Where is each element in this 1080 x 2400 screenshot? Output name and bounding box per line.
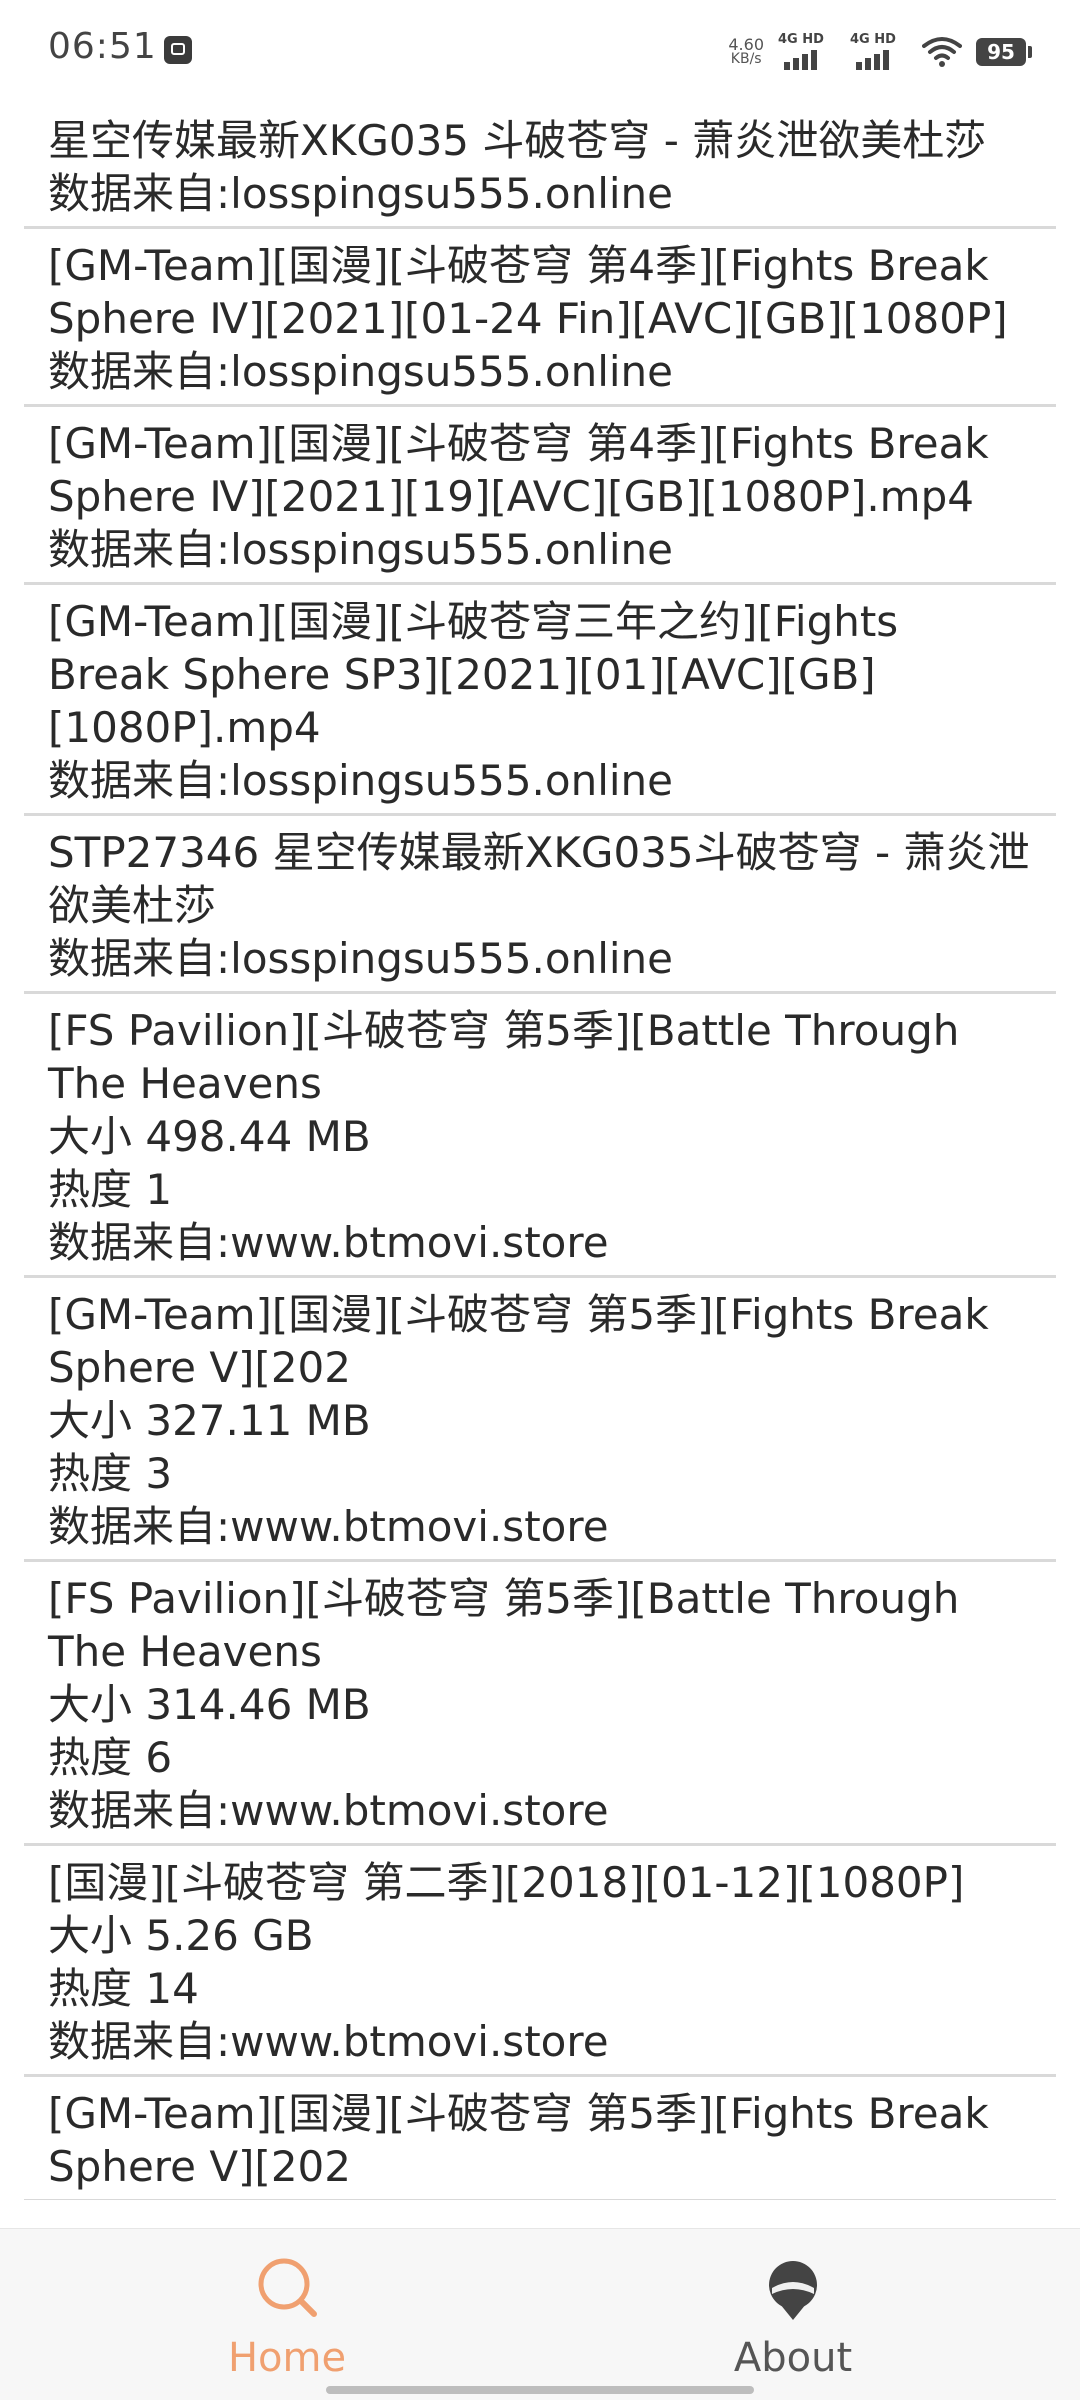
status-indicators: 4.60 KB/s 4G HD 4G HD 95	[728, 30, 1032, 74]
search-icon	[137, 2249, 437, 2329]
list-item[interactable]: [GM-Team][国漫][斗破苍穹三年之约][Fights Break Sph…	[24, 585, 1056, 816]
sim2-label: 4G HD	[850, 32, 896, 47]
list-item[interactable]: [GM-Team][国漫][斗破苍穹 第5季][Fights Break Sph…	[24, 2077, 1056, 2200]
list-item[interactable]: [GM-Team][国漫][斗破苍穹 第5季][Fights Break Sph…	[24, 1278, 1056, 1562]
status-bar: 06:51 4.60 KB/s 4G HD 4G HD 95	[0, 0, 1080, 100]
item-source: 数据来自:losspingsu555.online	[48, 525, 674, 574]
battery-icon: 95	[976, 38, 1032, 66]
item-title: 星空传媒最新XKG035 斗破苍穹 - 萧炎泄欲美杜莎	[48, 116, 987, 165]
item-heat: 热度 3	[48, 1449, 173, 1498]
list-item[interactable]: 星空传媒最新XKG035 斗破苍穹 - 萧炎泄欲美杜莎 数据来自:losspin…	[24, 104, 1056, 229]
net-speed-unit: KB/s	[730, 51, 762, 67]
person-icon	[643, 2249, 943, 2329]
item-size: 大小 498.44 MB	[48, 1112, 371, 1161]
item-title: [国漫][斗破苍穹 第二季][2018][01-12][1080P]	[48, 1858, 965, 1907]
item-source: 数据来自:www.btmovi.store	[48, 1786, 609, 1835]
item-title: [GM-Team][国漫][斗破苍穹 第5季][Fights Break Sph…	[48, 1290, 989, 1392]
item-source: 数据来自:www.btmovi.store	[48, 1502, 609, 1551]
screen: 06:51 4.60 KB/s 4G HD 4G HD 95 星空传媒最新XKG…	[0, 0, 1080, 2400]
list-item[interactable]: [GM-Team][国漫][斗破苍穹 第4季][Fights Break Sph…	[24, 407, 1056, 585]
item-title: STP27346 星空传媒最新XKG035斗破苍穹 - 萧炎泄欲美杜莎	[48, 828, 1030, 930]
item-source: 数据来自:losspingsu555.online	[48, 347, 674, 396]
net-speed: 4.60 KB/s	[728, 35, 764, 67]
wifi-icon	[922, 36, 962, 68]
item-size: 大小 314.46 MB	[48, 1680, 371, 1729]
gesture-bar[interactable]	[326, 2386, 754, 2394]
item-heat: 热度 14	[48, 1964, 199, 2013]
item-source: 数据来自:losspingsu555.online	[48, 934, 674, 983]
item-source: 数据来自:www.btmovi.store	[48, 1218, 609, 1267]
nav-home-label: Home	[227, 2335, 347, 2381]
item-title: [GM-Team][国漫][斗破苍穹 第5季][Fights Break Sph…	[48, 2089, 989, 2191]
list-item[interactable]: [FS Pavilion][斗破苍穹 第5季][Battle Through T…	[24, 994, 1056, 1278]
sim1-label: 4G HD	[778, 32, 824, 47]
bottom-nav: Home About	[0, 2228, 1080, 2400]
nav-about-label: About	[733, 2335, 853, 2381]
item-title: [FS Pavilion][斗破苍穹 第5季][Battle Through T…	[48, 1006, 960, 1108]
nav-about[interactable]: About	[643, 2249, 943, 2381]
item-source: 数据来自:www.btmovi.store	[48, 2017, 609, 2066]
nav-home[interactable]: Home	[137, 2249, 437, 2381]
signal-icon: 4G HD	[778, 32, 836, 72]
app-notification-icon	[164, 36, 192, 64]
signal-icon: 4G HD	[850, 32, 908, 72]
list-item[interactable]: STP27346 星空传媒最新XKG035斗破苍穹 - 萧炎泄欲美杜莎 数据来自…	[24, 816, 1056, 994]
item-title: [FS Pavilion][斗破苍穹 第5季][Battle Through T…	[48, 1574, 960, 1676]
status-time: 06:51	[48, 26, 157, 67]
item-title: [GM-Team][国漫][斗破苍穹 第4季][Fights Break Sph…	[48, 419, 989, 521]
item-title: [GM-Team][国漫][斗破苍穹 第4季][Fights Break Sph…	[48, 241, 1008, 343]
item-size: 大小 327.11 MB	[48, 1396, 371, 1445]
item-heat: 热度 6	[48, 1733, 173, 1782]
list-item[interactable]: [FS Pavilion][斗破苍穹 第5季][Battle Through T…	[24, 1562, 1056, 1846]
net-speed-value: 4.60	[728, 35, 764, 54]
results-list[interactable]: 星空传媒最新XKG035 斗破苍穹 - 萧炎泄欲美杜莎 数据来自:losspin…	[24, 104, 1056, 2200]
list-item[interactable]: [GM-Team][国漫][斗破苍穹 第4季][Fights Break Sph…	[24, 229, 1056, 407]
list-item[interactable]: [国漫][斗破苍穹 第二季][2018][01-12][1080P] 大小 5.…	[24, 1846, 1056, 2077]
item-heat: 热度 1	[48, 1165, 173, 1214]
battery-level: 95	[976, 38, 1026, 66]
item-source: 数据来自:losspingsu555.online	[48, 756, 674, 805]
item-size: 大小 5.26 GB	[48, 1911, 314, 1960]
item-source: 数据来自:losspingsu555.online	[48, 169, 674, 218]
item-title: [GM-Team][国漫][斗破苍穹三年之约][Fights Break Sph…	[48, 597, 899, 752]
